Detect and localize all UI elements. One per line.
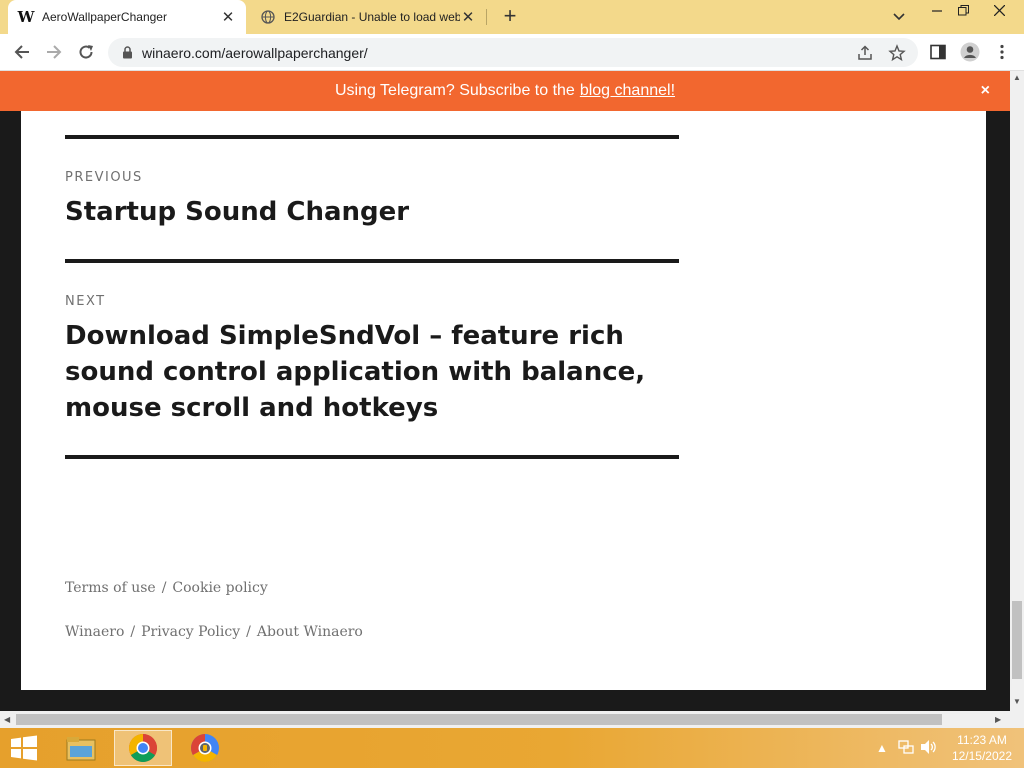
- new-tab-button[interactable]: +: [498, 5, 522, 29]
- previous-label: PREVIOUS: [65, 170, 143, 185]
- share-icon[interactable]: [856, 44, 874, 62]
- horizontal-scroll-thumb[interactable]: [16, 714, 942, 725]
- windows-start-icon[interactable]: [0, 730, 48, 766]
- clock-date: 12/15/2022: [951, 749, 1012, 763]
- tab-aerowallpaperchanger[interactable]: W AeroWallpaperChanger ✕: [8, 0, 246, 34]
- next-label: NEXT: [65, 294, 106, 309]
- winaero-w-icon: W: [17, 8, 35, 26]
- back-arrow-icon[interactable]: [10, 40, 34, 64]
- about-winaero-link[interactable]: About Winaero: [257, 624, 363, 640]
- tab-title: E2Guardian - Unable to load web: [284, 10, 460, 24]
- divider: [65, 259, 679, 263]
- lock-icon[interactable]: [122, 46, 133, 64]
- chrome-taskbar-icon[interactable]: [114, 730, 172, 766]
- winaero-link[interactable]: Winaero: [65, 624, 124, 640]
- menu-kebab-icon[interactable]: [990, 40, 1014, 64]
- globe-icon: [260, 9, 276, 25]
- show-hidden-icons-icon[interactable]: ▲: [876, 741, 888, 755]
- tab-strip: W AeroWallpaperChanger ✕ E2Guardian - Un…: [0, 0, 1024, 34]
- close-tab-icon[interactable]: ✕: [460, 8, 476, 26]
- footer-links-row1: Terms of use / Cookie policy: [65, 580, 268, 596]
- vertical-scrollbar[interactable]: ▲ ▼: [1010, 71, 1024, 711]
- page-content: PREVIOUS Startup Sound Changer NEXT Down…: [21, 111, 986, 690]
- windows-taskbar: ▲ 11:23 AM 12/15/2022: [0, 728, 1024, 768]
- clock-time: 11:23 AM: [957, 733, 1007, 747]
- tab-e2guardian[interactable]: E2Guardian - Unable to load web ✕: [250, 0, 486, 34]
- scroll-up-arrow-icon[interactable]: ▲: [1013, 73, 1021, 82]
- privacy-policy-link[interactable]: Privacy Policy: [141, 624, 240, 640]
- side-panel-icon[interactable]: [926, 40, 950, 64]
- close-tab-icon[interactable]: ✕: [220, 8, 236, 26]
- footer-links-row2: Winaero / Privacy Policy / About Winaero: [65, 624, 363, 640]
- tab-search-chevron-icon[interactable]: [890, 9, 908, 25]
- footer-separator: /: [246, 624, 251, 640]
- profile-avatar-icon[interactable]: [958, 40, 982, 64]
- file-explorer-icon[interactable]: [52, 730, 110, 766]
- close-window-icon[interactable]: [982, 0, 1016, 20]
- next-post-link[interactable]: Download SimpleSndVol – feature rich sou…: [65, 318, 665, 426]
- system-clock[interactable]: 11:23 AM 12/15/2022: [952, 732, 1012, 764]
- banner-close-icon[interactable]: ×: [981, 82, 990, 100]
- tab-divider: [486, 9, 487, 25]
- address-bar[interactable]: winaero.com/aerowallpaperchanger/: [108, 38, 918, 67]
- divider: [65, 135, 679, 139]
- bookmark-star-icon[interactable]: [888, 44, 906, 62]
- blog-channel-link[interactable]: blog channel!: [580, 82, 675, 100]
- terms-of-use-link[interactable]: Terms of use: [65, 580, 156, 596]
- tab-title: AeroWallpaperChanger: [42, 10, 167, 24]
- chrome-beta-taskbar-icon[interactable]: [176, 730, 234, 766]
- divider: [65, 455, 679, 459]
- previous-post-link[interactable]: Startup Sound Changer: [65, 194, 665, 230]
- footer-separator: /: [161, 580, 167, 596]
- scroll-right-arrow-icon[interactable]: ▶: [995, 715, 1001, 724]
- horizontal-scrollbar[interactable]: ◀ ▶: [0, 711, 1010, 728]
- browser-toolbar: winaero.com/aerowallpaperchanger/: [0, 34, 1024, 71]
- telegram-banner: Using Telegram? Subscribe to the blog ch…: [0, 71, 1010, 111]
- scrollbar-corner: [1010, 711, 1024, 728]
- restore-icon[interactable]: [946, 0, 980, 20]
- url-text[interactable]: winaero.com/aerowallpaperchanger/: [142, 45, 368, 61]
- volume-icon[interactable]: [920, 739, 938, 758]
- cookie-policy-link[interactable]: Cookie policy: [172, 580, 267, 596]
- network-icon[interactable]: [898, 739, 914, 758]
- footer-separator: /: [130, 624, 136, 640]
- forward-arrow-icon[interactable]: [42, 40, 66, 64]
- banner-text: Using Telegram? Subscribe to the: [334, 82, 575, 99]
- scroll-down-arrow-icon[interactable]: ▼: [1013, 697, 1021, 706]
- vertical-scroll-thumb[interactable]: [1012, 601, 1022, 679]
- reload-icon[interactable]: [74, 40, 98, 64]
- scroll-left-arrow-icon[interactable]: ◀: [4, 715, 10, 724]
